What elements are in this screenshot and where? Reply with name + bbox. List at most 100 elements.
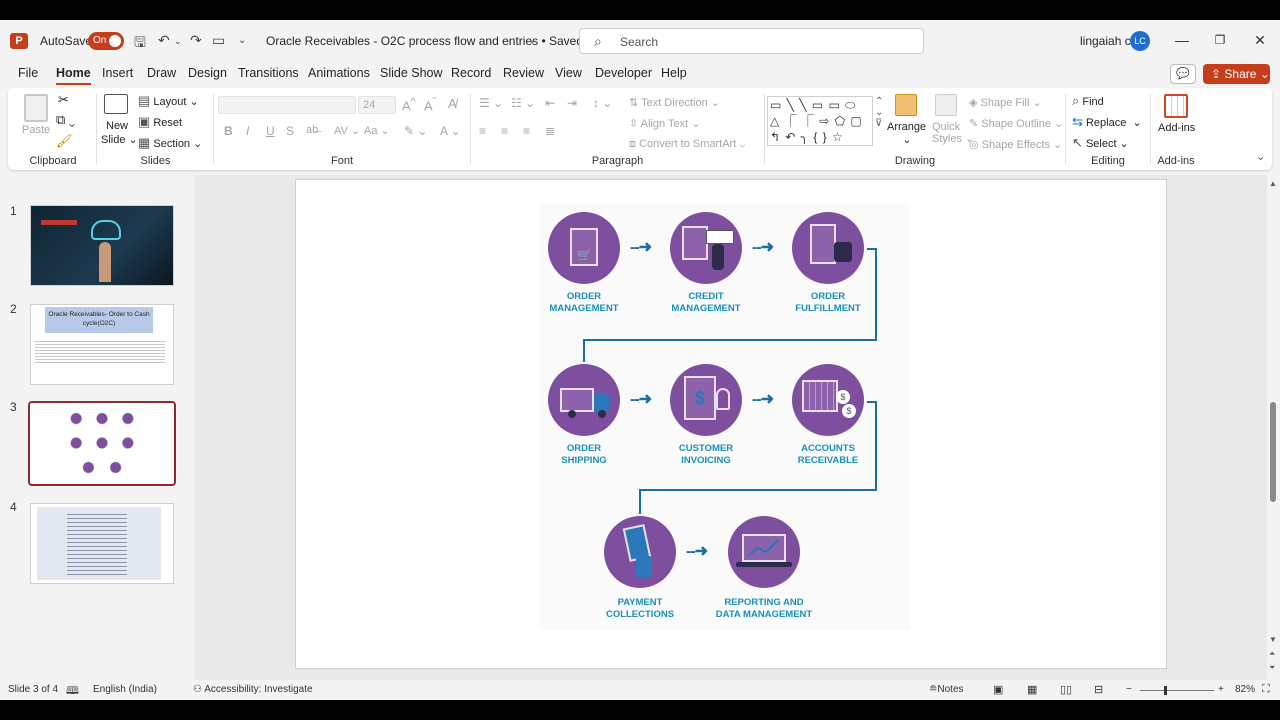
zoom-level[interactable]: 82% [1235, 684, 1255, 695]
highlight-icon[interactable]: ✎ ⌄ [404, 124, 427, 138]
tab-developer[interactable]: Developer [595, 66, 652, 80]
arrange-icon[interactable] [895, 94, 917, 116]
new-slide-button-line1[interactable]: New [106, 120, 128, 132]
strikethrough-icon[interactable]: ab̶ [306, 124, 318, 136]
language-indicator[interactable]: English (India) [93, 684, 157, 695]
normal-view-icon[interactable]: ▣ [993, 683, 1003, 696]
shape-effects-button[interactable]: ◎ Shape Effects ⌄ [969, 138, 1062, 151]
bullets-icon[interactable]: ☰ ⌄ [479, 96, 503, 110]
reading-view-icon[interactable]: ▯▯ [1060, 683, 1072, 696]
section-button[interactable]: ▦ Section ⌄ [138, 135, 202, 151]
paste-button[interactable]: Paste [22, 124, 50, 136]
gallery-more-icon[interactable]: ⌃ ⌄ ⊽ [875, 96, 883, 129]
minimize-icon[interactable]: — [1172, 30, 1192, 50]
align-right-icon[interactable]: ≡ [523, 124, 530, 138]
slide-canvas[interactable]: 🛒 ORDER MANAGEMENT --➜ CREDIT MANAGEMENT -… [295, 179, 1167, 669]
bold-icon[interactable]: B [224, 124, 233, 138]
scroll-thumb[interactable] [1270, 402, 1276, 502]
tab-file[interactable]: File [18, 66, 38, 80]
font-family-combo[interactable] [218, 96, 356, 114]
find-button[interactable]: ⌕ Find [1072, 93, 1104, 109]
italic-icon[interactable]: I [246, 124, 249, 138]
zoom-slider-thumb[interactable] [1164, 686, 1167, 695]
addins-icon[interactable] [1164, 94, 1188, 118]
select-button[interactable]: ↖ Select ⌄ [1072, 135, 1129, 151]
tab-insert[interactable]: Insert [102, 66, 133, 80]
text-direction-button[interactable]: ⇅ Text Direction ⌄ [629, 96, 720, 109]
shapes-gallery[interactable]: ▭ ╲ ╲ ▭ ▭ ⬭ △ ⎾ ⎾ ⇨ ⬠ ▢ ↰ ↶ ╮ { } ☆ [767, 96, 873, 146]
present-icon[interactable]: ▭ [212, 32, 225, 49]
align-left-icon[interactable]: ≡ [479, 124, 486, 138]
align-text-button[interactable]: ⇳ Align Text ⌄ [629, 117, 700, 130]
tab-draw[interactable]: Draw [147, 66, 176, 80]
layout-button[interactable]: ▤ Layout ⌄ [138, 93, 199, 109]
tab-record[interactable]: Record [451, 66, 491, 80]
convert-smartart-button[interactable]: ⧈ Convert to SmartArt ⌄ [629, 138, 745, 151]
zoom-out-icon[interactable]: − [1126, 684, 1132, 695]
zoom-in-icon[interactable]: + [1218, 684, 1224, 695]
title-dropdown-icon[interactable]: ⌄ [528, 35, 536, 46]
tab-help[interactable]: Help [661, 66, 687, 80]
tab-animations[interactable]: Animations [308, 66, 370, 80]
slide-thumbnail-1[interactable] [30, 205, 174, 286]
collapse-ribbon-icon[interactable]: ⌄ [1256, 150, 1265, 163]
slide-sorter-icon[interactable]: ▦ [1027, 683, 1037, 696]
search-box[interactable]: ⌕ Search [579, 28, 924, 54]
shape-outline-button[interactable]: ✎ Shape Outline ⌄ [969, 117, 1063, 130]
justify-icon[interactable]: ≣ [545, 124, 555, 138]
vertical-scrollbar[interactable]: ▲ ▼ ⏶ ⏷ [1268, 175, 1278, 680]
font-size-combo[interactable]: 24 [358, 96, 396, 114]
save-icon[interactable]: 🖫 [134, 32, 146, 56]
slideshow-view-icon[interactable]: ⊟ [1094, 683, 1103, 696]
arrange-button[interactable]: Arrange ⌄ [887, 121, 926, 146]
paste-icon[interactable] [24, 94, 48, 122]
tab-transitions[interactable]: Transitions [238, 66, 299, 80]
font-color-icon[interactable]: A ⌄ [440, 124, 461, 138]
comments-button[interactable]: 💬 [1170, 64, 1196, 84]
undo-icon[interactable]: ↶ [158, 32, 170, 49]
previous-slide-icon[interactable]: ⏶ [1269, 649, 1275, 659]
cut-icon[interactable]: ✂ [58, 92, 69, 108]
avatar[interactable]: LC [1130, 31, 1150, 51]
slide-thumbnail-4[interactable] [30, 503, 174, 584]
undo-dropdown-icon[interactable]: ⌄ [174, 36, 182, 47]
replace-button[interactable]: ⇆ Replace ⌄ [1072, 114, 1142, 130]
increase-font-icon[interactable]: A^ [402, 96, 416, 113]
tab-design[interactable]: Design [188, 66, 227, 80]
next-slide-icon[interactable]: ⏷ [1269, 663, 1275, 673]
accessibility-status[interactable]: ⚇ Accessibility: Investigate [193, 684, 313, 695]
slide-thumbnail-2[interactable]: Oracle Receivables- Order to Cash cycle(… [30, 304, 174, 385]
scroll-up-icon[interactable]: ▲ [1269, 179, 1277, 188]
format-painter-icon[interactable]: 🖌 [56, 133, 73, 149]
decrease-indent-icon[interactable]: ⇤ [545, 96, 555, 110]
copy-icon[interactable]: ⧉ ⌄ [56, 112, 75, 128]
underline-icon[interactable]: U [266, 124, 275, 138]
scroll-down-icon[interactable]: ▼ [1269, 635, 1277, 644]
customize-toolbar-icon[interactable]: ⌄ [238, 35, 246, 46]
shape-fill-button[interactable]: ◈ Shape Fill ⌄ [969, 96, 1042, 109]
quick-styles-icon[interactable] [935, 94, 957, 116]
new-slide-button-line2[interactable]: Slide ⌄ [101, 133, 138, 146]
user-name[interactable]: lingaiah c [1080, 34, 1131, 48]
tab-review[interactable]: Review [503, 66, 544, 80]
slide-thumbnail-3[interactable] [28, 401, 176, 486]
tab-view[interactable]: View [555, 66, 582, 80]
tab-slide-show[interactable]: Slide Show [380, 66, 443, 80]
close-icon[interactable]: ✕ [1250, 30, 1270, 50]
zoom-slider[interactable] [1140, 690, 1214, 691]
decrease-font-icon[interactable]: Aˇ [424, 96, 436, 113]
numbering-icon[interactable]: ☷ ⌄ [511, 96, 535, 110]
align-center-icon[interactable]: ≡ [501, 124, 508, 138]
spelling-icon[interactable]: 🕮 [66, 682, 79, 701]
share-button[interactable]: ⇪ Share ⌄ [1203, 64, 1270, 84]
restore-icon[interactable]: ❐ [1210, 30, 1230, 50]
quick-styles-button[interactable]: Quick Styles ⌄ [932, 121, 974, 145]
increase-indent-icon[interactable]: ⇥ [567, 96, 577, 110]
line-spacing-icon[interactable]: ↕ ⌄ [593, 96, 612, 110]
new-slide-icon[interactable] [104, 94, 128, 114]
redo-icon[interactable]: ↷ [190, 32, 202, 49]
fit-to-window-icon[interactable]: ⛶ [1262, 683, 1270, 696]
addins-button[interactable]: Add-ins [1158, 122, 1195, 134]
char-spacing-icon[interactable]: AV ⌄ [334, 124, 360, 137]
notes-button[interactable]: ≘Notes [929, 684, 964, 695]
